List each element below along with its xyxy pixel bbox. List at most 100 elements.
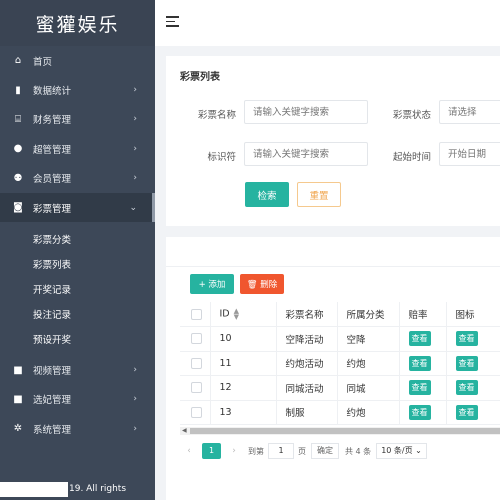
footer-mask xyxy=(0,482,68,497)
chevron-right-icon: › xyxy=(133,394,137,405)
row-checkbox[interactable] xyxy=(191,406,202,418)
home-icon: ⌂ xyxy=(14,55,22,67)
sidebar-item-label: 彩票管理 xyxy=(33,203,72,215)
column-header-category: 所属分类 xyxy=(337,302,400,327)
gear-icon: ✲ xyxy=(13,423,23,435)
gamepad-icon: ◙ xyxy=(13,202,23,214)
view-odds-button[interactable]: 查看 xyxy=(408,380,431,396)
top-header xyxy=(155,0,500,46)
cell-category: 约炮 xyxy=(337,351,400,376)
chevron-right-icon: › xyxy=(133,173,137,184)
row-checkbox[interactable] xyxy=(191,357,202,369)
chevron-right-icon: › xyxy=(133,85,137,96)
start-date-input[interactable] xyxy=(439,142,500,166)
page-number-current[interactable]: 1 xyxy=(202,443,221,459)
lottery-status-select[interactable] xyxy=(439,100,500,124)
table-row: 13 制服 约炮 查看 查看 xyxy=(180,400,500,425)
goto-page-input[interactable]: 1 xyxy=(268,443,294,459)
lottery-name-input[interactable] xyxy=(244,100,368,124)
cell-id: 13 xyxy=(210,400,277,425)
scroll-left-icon[interactable]: ◀ xyxy=(182,427,187,435)
sidebar-item-statistics[interactable]: ▮ 数据统计 › xyxy=(0,75,155,104)
identifier-input[interactable] xyxy=(244,142,368,166)
add-button[interactable]: + 添加 xyxy=(190,274,234,294)
submenu-item-draw-records[interactable]: 开奖记录 xyxy=(0,276,155,301)
divider xyxy=(166,266,500,267)
camera-icon: ■ xyxy=(13,393,23,405)
brand-logo: 蜜獾娱乐 xyxy=(0,0,155,46)
user-icon: ● xyxy=(13,143,23,155)
pagination: ‹ 1 › 到第 1 页 确定 共 4 条 10 条/页 ⌄ xyxy=(180,443,427,459)
sidebar-item-selection[interactable]: ■ 选妃管理 › xyxy=(0,385,155,414)
view-odds-button[interactable]: 查看 xyxy=(408,404,431,420)
table-row: 12 同城活动 同城 查看 查看 xyxy=(180,375,500,401)
sidebar-item-admin[interactable]: ● 超管管理 › xyxy=(0,134,155,163)
view-icon-button[interactable]: 查看 xyxy=(455,331,478,347)
column-header-id[interactable]: ID ▲ ▼ xyxy=(210,302,277,327)
reset-button[interactable]: 重置 xyxy=(297,182,341,207)
cell-id: 11 xyxy=(210,351,277,376)
menu-toggle-icon[interactable] xyxy=(166,16,179,28)
cell-id: 12 xyxy=(210,375,277,401)
sidebar-item-lottery[interactable]: ◙ 彩票管理 ⌄ xyxy=(0,192,155,223)
table-row: 11 约炮活动 约炮 查看 查看 xyxy=(180,351,500,376)
sidebar-menu: ⌂ 首页 ▮ 数据统计 › ⌸ 财务管理 › ● 超管管理 › ⚉ 会员管理 ›… xyxy=(0,46,155,223)
chevron-right-icon: › xyxy=(133,114,137,125)
view-icon-button[interactable]: 查看 xyxy=(455,355,478,371)
column-header-odds: 赔率 xyxy=(399,302,447,327)
sidebar-item-system[interactable]: ✲ 系统管理 › xyxy=(0,414,155,443)
view-icon-button[interactable]: 查看 xyxy=(455,380,478,396)
lottery-submenu: 彩票分类 彩票列表 开奖记录 投注记录 预设开奖 xyxy=(0,222,155,356)
sidebar-item-members[interactable]: ⚉ 会员管理 › xyxy=(0,164,155,193)
submenu-item-preset-draw[interactable]: 预设开奖 xyxy=(0,326,155,351)
cell-name: 制服 xyxy=(276,400,338,425)
prev-page-icon[interactable]: ‹ xyxy=(180,446,198,456)
bar-chart-icon: ▮ xyxy=(15,84,21,96)
sidebar-item-home[interactable]: ⌂ 首页 xyxy=(0,46,155,75)
row-checkbox[interactable] xyxy=(191,382,202,394)
lottery-name-label: 彩票名称 xyxy=(197,110,236,121)
cell-id: 10 xyxy=(210,326,277,352)
cell-name: 约炮活动 xyxy=(276,351,338,376)
sidebar-item-finance[interactable]: ⌸ 财务管理 › xyxy=(0,105,155,134)
view-icon-button[interactable]: 查看 xyxy=(455,404,478,420)
goto-label: 到第 xyxy=(248,446,264,456)
cell-category: 空降 xyxy=(337,326,400,352)
sidebar-item-video[interactable]: ■ 视频管理 › xyxy=(0,355,155,384)
next-page-icon[interactable]: › xyxy=(225,446,243,456)
sort-icon[interactable]: ▲ ▼ xyxy=(234,308,239,321)
cell-name: 空降活动 xyxy=(276,326,338,352)
column-header-name: 彩票名称 xyxy=(276,302,338,327)
start-time-label: 起始时间 xyxy=(392,152,431,163)
goto-confirm-button[interactable]: 确定 xyxy=(311,443,339,459)
sidebar-item-label: 超管管理 xyxy=(33,144,72,156)
search-button[interactable]: 检索 xyxy=(245,182,289,207)
submenu-item-lottery-category[interactable]: 彩票分类 xyxy=(0,226,155,251)
chevron-right-icon: › xyxy=(133,365,137,376)
horizontal-scrollbar[interactable]: ◀ xyxy=(180,427,500,435)
sidebar-item-label: 会员管理 xyxy=(33,174,72,186)
submenu-item-bet-records[interactable]: 投注记录 xyxy=(0,301,155,326)
identifier-label: 标识符 xyxy=(207,152,236,163)
cell-category: 同城 xyxy=(337,375,400,401)
sidebar-item-label: 首页 xyxy=(33,56,53,68)
cell-name: 同城活动 xyxy=(276,375,338,401)
scrollbar-thumb[interactable] xyxy=(190,428,500,434)
table-panel: + 添加 🗑 删除 ID ▲ ▼ 彩票名称 所属分类 赔率 图标 10 空降活动… xyxy=(166,237,500,500)
video-icon: ■ xyxy=(13,364,23,376)
page-size-select[interactable]: 10 条/页 ⌄ xyxy=(376,443,427,459)
sidebar-item-label: 视频管理 xyxy=(33,366,72,378)
view-odds-button[interactable]: 查看 xyxy=(408,331,431,347)
view-odds-button[interactable]: 查看 xyxy=(408,355,431,371)
sidebar-item-label: 系统管理 xyxy=(33,424,72,436)
row-checkbox[interactable] xyxy=(191,333,202,345)
sidebar-item-label: 选妃管理 xyxy=(33,395,72,407)
chevron-right-icon: › xyxy=(133,143,137,154)
select-all-checkbox[interactable] xyxy=(191,308,202,320)
lottery-status-label: 彩票状态 xyxy=(392,110,431,121)
bank-icon: ⌸ xyxy=(15,113,21,125)
submenu-item-lottery-list[interactable]: 彩票列表 xyxy=(0,251,155,276)
sidebar: 蜜獾娱乐 ⌂ 首页 ▮ 数据统计 › ⌸ 财务管理 › ● 超管管理 › ⚉ 会… xyxy=(0,0,155,500)
copyright-text: 19. All rights xyxy=(69,484,127,494)
delete-button[interactable]: 🗑 删除 xyxy=(240,274,284,294)
